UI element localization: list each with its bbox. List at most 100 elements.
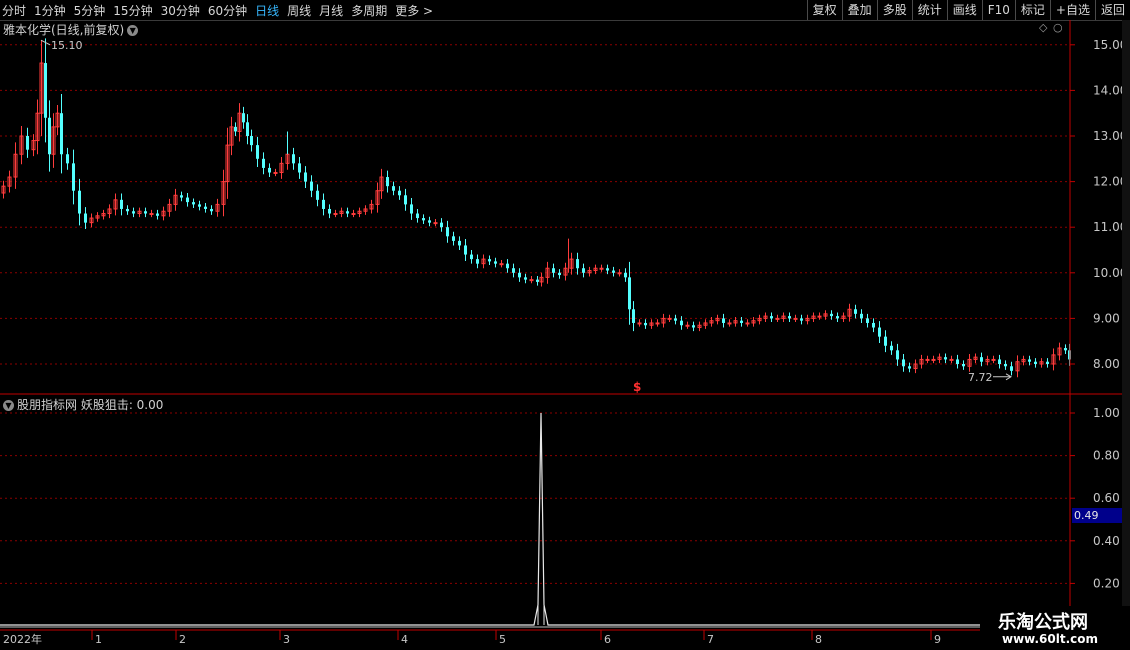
candle [506, 259, 509, 273]
candle-body [60, 113, 63, 155]
candle [727, 319, 732, 327]
tab-more[interactable]: 更多 > [395, 2, 433, 19]
settings-icon[interactable]: ○ [1053, 21, 1063, 34]
candle [624, 268, 627, 282]
candle-body [392, 186, 395, 191]
candle [310, 175, 313, 198]
candle [878, 321, 881, 344]
tab-1min[interactable]: 1分钟 [34, 2, 66, 19]
candle [470, 250, 473, 264]
candle [246, 114, 249, 145]
tab-daily[interactable]: 日线 [255, 2, 279, 19]
candle [48, 100, 51, 172]
tab-60min[interactable]: 60分钟 [208, 2, 247, 19]
multi-stock-button[interactable]: 多股 [876, 0, 912, 20]
candle-body [144, 211, 147, 214]
candle-body [72, 163, 75, 191]
candle-body [1010, 366, 1013, 371]
tab-monthly[interactable]: 月线 [319, 2, 343, 19]
tab-multi-period[interactable]: 多周期 [351, 2, 387, 19]
candle-body [273, 171, 278, 174]
candle-body [860, 313, 863, 319]
candle [31, 134, 36, 157]
tab-15min[interactable]: 15分钟 [113, 2, 152, 19]
time-axis-label: 8 [815, 633, 822, 646]
candle [569, 252, 574, 275]
candle-body [998, 359, 1001, 364]
axes [0, 20, 1130, 640]
candle [167, 198, 172, 217]
candle-body [256, 145, 259, 159]
statistics-button[interactable]: 统计 [911, 0, 947, 20]
mark-button[interactable]: 标记 [1014, 0, 1050, 20]
candle [26, 127, 29, 158]
chevron-down-icon[interactable]: ▼ [127, 25, 139, 36]
candle-body [512, 268, 515, 273]
candle [464, 239, 467, 261]
candle-body [186, 197, 189, 203]
candle [518, 268, 521, 282]
candle-body [452, 236, 455, 241]
tab-30min[interactable]: 30分钟 [161, 2, 200, 19]
candle [221, 169, 226, 217]
candle [416, 208, 419, 223]
overlay-button[interactable]: 叠加 [841, 0, 877, 20]
watermark-line2: www.60lt.com [1002, 632, 1099, 646]
kline-chart[interactable]: 15.0014.0013.0012.0011.0010.009.008.001.… [0, 20, 1130, 650]
candle-body [234, 126, 237, 132]
candle [552, 263, 555, 278]
candle [452, 231, 455, 246]
add-watchlist-button[interactable]: +自选 [1049, 0, 1095, 20]
candle [715, 314, 720, 325]
tab-fenshi[interactable]: 分时 [2, 2, 26, 19]
candle [902, 353, 905, 372]
candle-body [680, 320, 683, 326]
candle-body [192, 202, 195, 205]
back-button[interactable]: 返回 [1094, 0, 1130, 20]
candle [375, 182, 380, 213]
candle [458, 236, 461, 250]
candle [180, 191, 183, 202]
candle-body [536, 279, 539, 282]
candle-body [1046, 361, 1049, 364]
candle-body [745, 322, 750, 325]
candle [667, 314, 672, 323]
draw-line-button[interactable]: 画线 [946, 0, 982, 20]
candle [841, 312, 846, 323]
restore-rights-button[interactable]: 复权 [806, 0, 842, 20]
candle [884, 330, 887, 353]
candle-body [488, 259, 491, 262]
stock-title[interactable]: 雅本化学(日线,前复权) ▼ [3, 21, 139, 38]
candle [488, 255, 491, 266]
candle-body [428, 220, 431, 223]
f10-button[interactable]: F10 [981, 0, 1015, 20]
candle [937, 353, 942, 364]
candle-body [692, 325, 695, 328]
candle [674, 314, 677, 325]
tab-weekly[interactable]: 周线 [287, 2, 311, 19]
candle [392, 181, 395, 196]
candle [962, 360, 965, 370]
tool-buttons: 复权 叠加 多股 统计 画线 F10 标记 +自选 返回 [806, 0, 1130, 20]
indicator-title[interactable]: ▼ 股朋指标网 妖股狙击: 0.00 [3, 396, 163, 413]
candle-body [980, 357, 983, 362]
tab-5min[interactable]: 5分钟 [74, 2, 106, 19]
candle [422, 214, 425, 225]
candle [860, 309, 863, 323]
candle [757, 314, 762, 325]
candle-body [328, 208, 331, 214]
candle [328, 204, 331, 219]
candle-body [180, 195, 183, 198]
candle [481, 254, 486, 269]
diamond-icon[interactable]: ◇ [1039, 21, 1047, 34]
candle [369, 199, 374, 214]
candle [1004, 360, 1007, 370]
candle [919, 354, 924, 369]
chevron-down-icon[interactable]: ▼ [3, 400, 14, 411]
candle [292, 147, 295, 170]
candle [149, 209, 154, 218]
candle [89, 213, 94, 228]
candles [1, 38, 1071, 378]
candle [931, 355, 936, 364]
candle [944, 353, 947, 364]
